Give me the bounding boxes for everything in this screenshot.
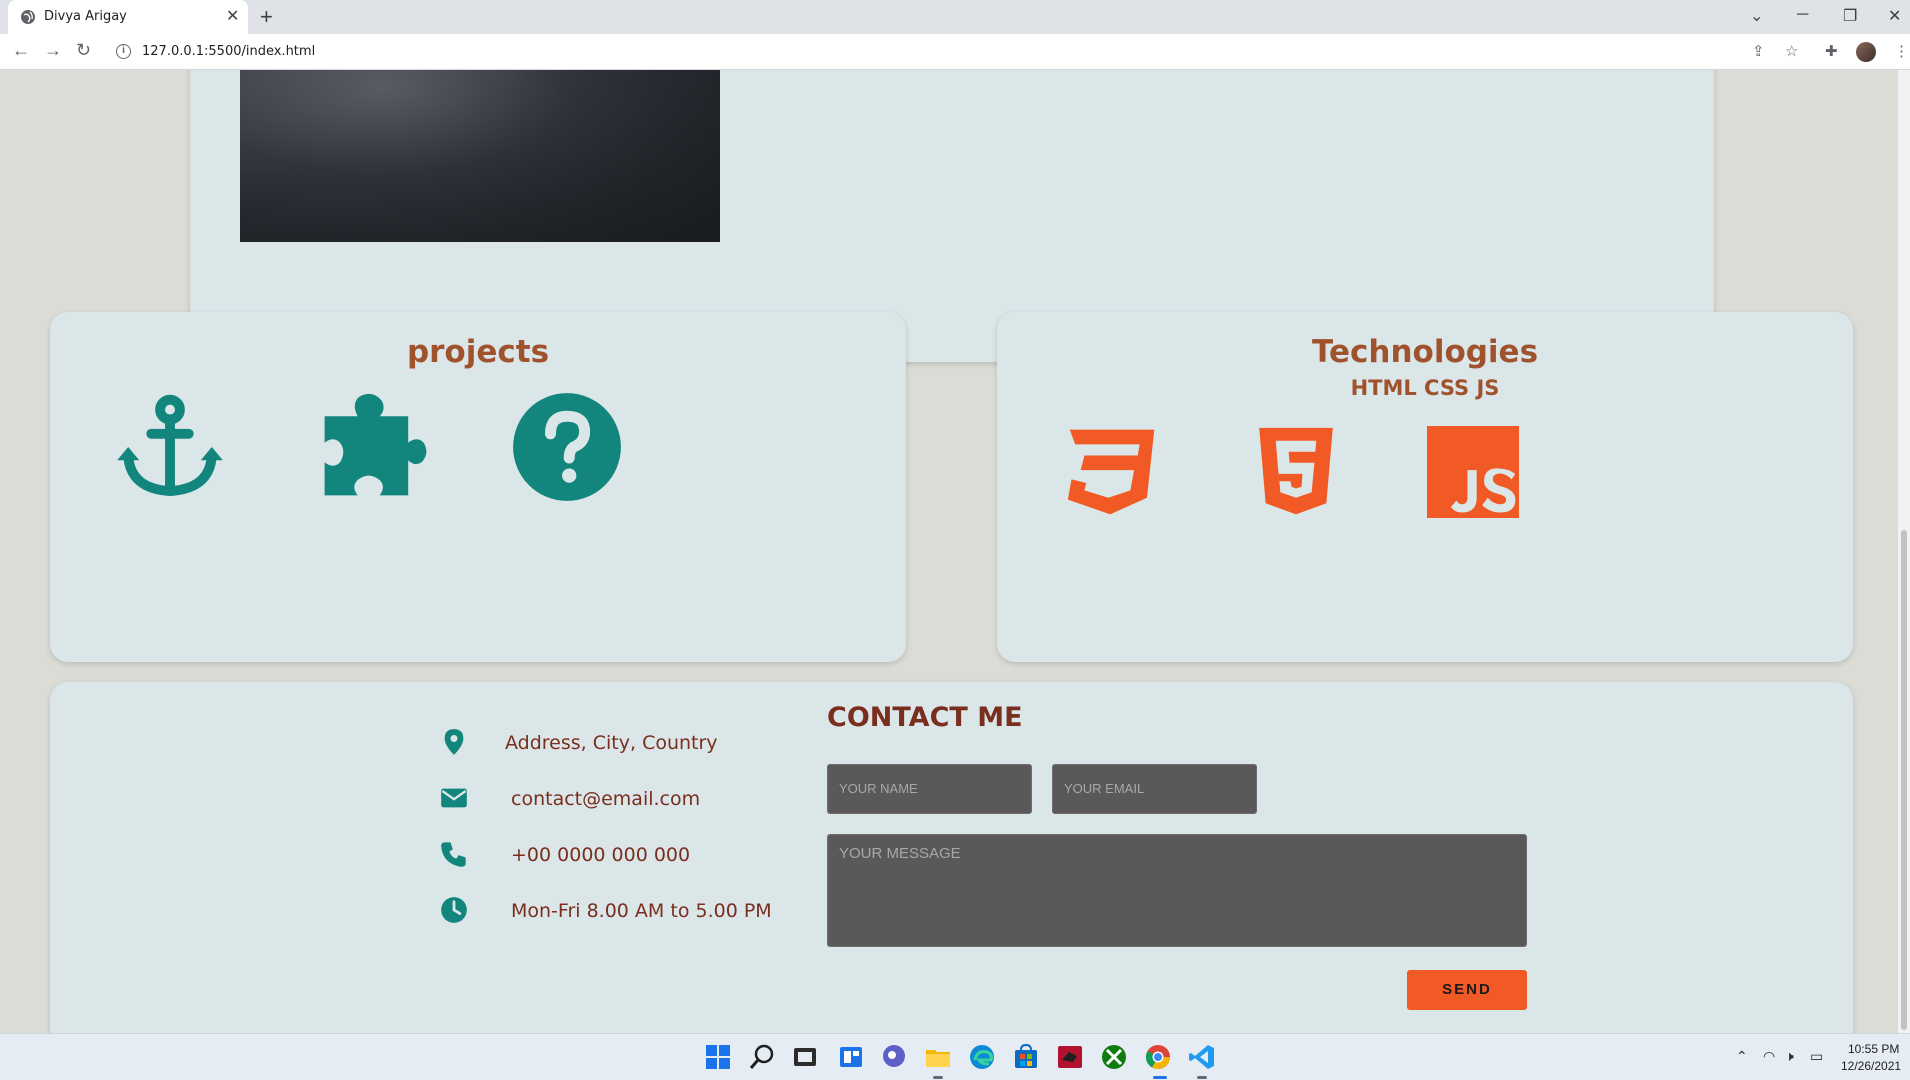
file-explorer-icon[interactable] xyxy=(923,1042,953,1072)
windows-start-icon[interactable] xyxy=(703,1042,733,1072)
clock-date[interactable]: 12/26/2021 xyxy=(1841,1059,1901,1073)
chat-icon[interactable] xyxy=(879,1042,909,1072)
task-view-icon[interactable] xyxy=(790,1042,820,1072)
projects-card: projects xyxy=(50,312,906,662)
show-hidden-icons-icon[interactable]: ⌃ xyxy=(1736,1048,1748,1065)
chrome-active-indicator xyxy=(1153,1076,1167,1079)
vscode-icon[interactable] xyxy=(1187,1042,1217,1072)
contact-info: Address, City, Country contact@email.com… xyxy=(50,682,810,1033)
close-tab-icon[interactable]: ✕ xyxy=(226,6,239,26)
technologies-title: Technologies xyxy=(1311,334,1539,370)
photo-shading xyxy=(240,70,720,242)
chrome-icon[interactable] xyxy=(1143,1042,1173,1072)
site-info-icon[interactable]: i xyxy=(116,44,131,59)
browser-tab-strip: Divya Arigay ✕ + ⌄ ─ ❐ ✕ xyxy=(0,0,1910,34)
extensions-puzzle-icon[interactable]: ✚ xyxy=(1825,42,1838,60)
new-tab-button[interactable]: + xyxy=(260,4,273,30)
share-icon[interactable]: ⇪ xyxy=(1752,42,1765,60)
close-window-button[interactable]: ✕ xyxy=(1888,6,1901,26)
question-circle-icon xyxy=(513,393,621,501)
xbox-icon[interactable] xyxy=(1099,1042,1129,1072)
back-arrow-icon[interactable]: ← xyxy=(12,40,30,61)
profile-photo xyxy=(240,70,720,242)
menu-kebab-icon[interactable]: ⋮ xyxy=(1894,42,1909,60)
globe-icon xyxy=(21,10,35,24)
url-text[interactable]: 127.0.0.1:5500/index.html xyxy=(142,44,315,59)
clock-icon xyxy=(441,897,467,923)
bookmark-star-icon[interactable]: ☆ xyxy=(1785,42,1798,60)
wifi-icon[interactable]: ◠ xyxy=(1763,1048,1775,1065)
send-button[interactable]: SEND xyxy=(1407,970,1527,1010)
store-icon[interactable] xyxy=(1011,1042,1041,1072)
message-field[interactable]: YOUR MESSAGE xyxy=(827,834,1527,947)
contact-card: Address, City, Country contact@email.com… xyxy=(50,682,1853,1033)
contact-email: contact@email.com xyxy=(511,788,701,810)
scrollbar-thumb[interactable] xyxy=(1901,530,1907,1030)
contact-address: Address, City, Country xyxy=(505,732,718,754)
address-bar[interactable]: i 127.0.0.1:5500/index.html xyxy=(106,38,1786,66)
page-scrollbar[interactable] xyxy=(1898,70,1910,1033)
anchor-icon xyxy=(117,394,223,496)
phone-icon xyxy=(441,842,466,867)
name-field[interactable]: YOUR NAME xyxy=(827,764,1032,814)
widgets-icon[interactable] xyxy=(836,1042,866,1072)
tab-title: Divya Arigay xyxy=(44,9,127,24)
projects-title: projects xyxy=(406,334,550,370)
forward-arrow-icon[interactable]: → xyxy=(44,40,62,61)
javascript-icon xyxy=(1427,426,1519,518)
page-viewport: projects Technologies HTML CSS JS Addres… xyxy=(0,70,1910,1033)
contact-phone: +00 0000 000 000 xyxy=(511,844,691,866)
volume-muted-icon[interactable]: 🕨 xyxy=(1785,1048,1794,1065)
email-field[interactable]: YOUR EMAIL xyxy=(1052,764,1257,814)
clock-time[interactable]: 10:55 PM xyxy=(1848,1042,1899,1056)
restore-button[interactable]: ❐ xyxy=(1843,6,1857,26)
location-pin-icon xyxy=(444,729,464,755)
game-app-icon[interactable] xyxy=(1055,1042,1085,1072)
reload-icon[interactable]: ↻ xyxy=(76,40,91,61)
profile-avatar[interactable] xyxy=(1856,42,1876,62)
minimize-button[interactable]: ─ xyxy=(1797,6,1808,24)
edge-browser-icon[interactable] xyxy=(967,1042,997,1072)
taskbar: ⌃ ◠ 🕨 ▭ 10:55 PM 12/26/2021 xyxy=(0,1033,1910,1080)
technologies-subtitle: HTML CSS JS xyxy=(1350,376,1500,400)
explorer-running-indicator xyxy=(933,1076,943,1079)
browser-tab[interactable]: Divya Arigay ✕ xyxy=(8,0,248,34)
css3-icon xyxy=(1067,429,1155,515)
contact-hours: Mon-Fri 8.00 AM to 5.00 PM xyxy=(511,900,772,922)
technologies-card: Technologies HTML CSS JS xyxy=(997,312,1853,662)
battery-icon[interactable]: ▭ xyxy=(1810,1048,1823,1065)
envelope-icon xyxy=(441,788,467,808)
html5-icon xyxy=(1259,427,1333,515)
tab-search-icon[interactable]: ⌄ xyxy=(1750,6,1763,26)
search-icon[interactable] xyxy=(747,1042,777,1072)
contact-title: CONTACT ME xyxy=(827,702,1023,733)
browser-toolbar: ← → ↻ i 127.0.0.1:5500/index.html ⇪ ☆ ✚ … xyxy=(0,34,1910,70)
vscode-running-indicator xyxy=(1197,1076,1207,1079)
puzzle-piece-icon xyxy=(324,393,427,496)
